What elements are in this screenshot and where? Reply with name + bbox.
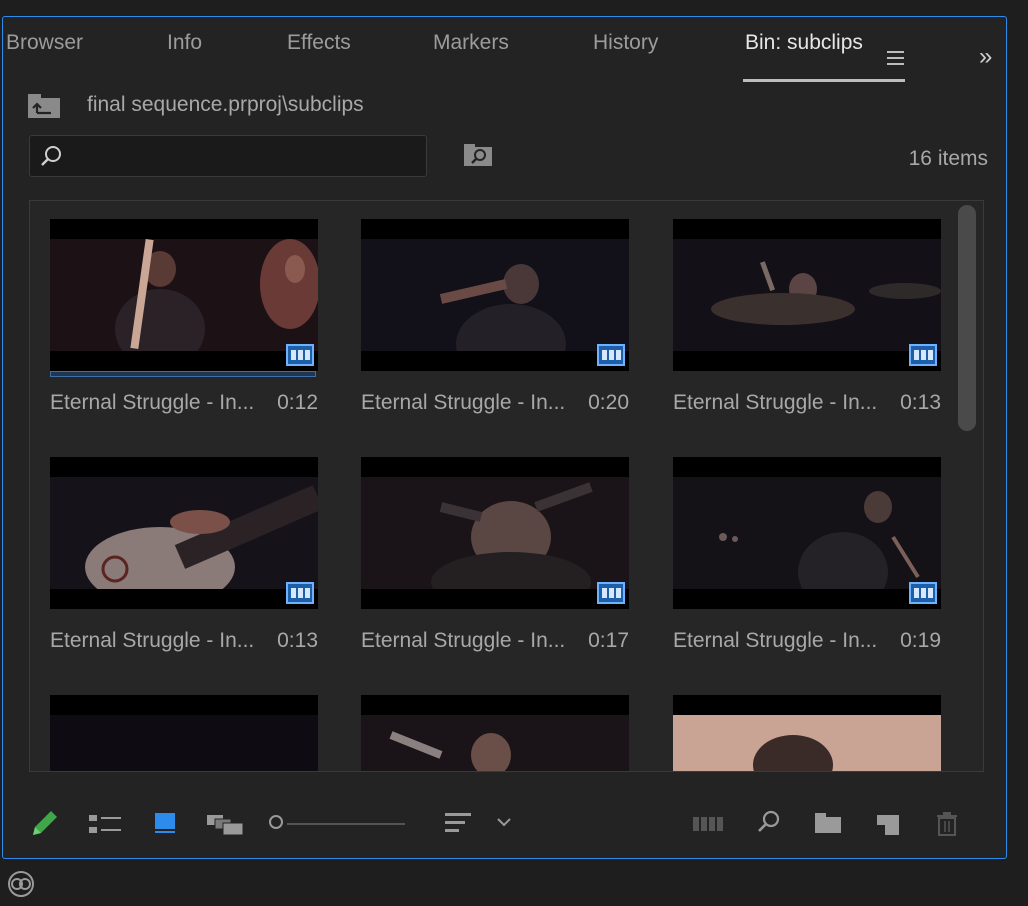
clip-thumbnail[interactable] [673,457,941,609]
video-clip-icon [597,344,625,366]
clip-thumbnail[interactable] [673,695,941,771]
clip-name: Eternal Struggle - In... [50,391,255,414]
vocalist-scene-thumbnail [361,239,629,351]
panel-tabs: Browser Info Effects Markers History Bin… [3,31,1006,82]
clip-name: Eternal Struggle - In... [50,629,255,652]
clip-thumbnail[interactable] [50,695,318,771]
clip-thumbnail[interactable] [50,219,318,371]
clip-name: Eternal Struggle - In... [361,391,566,414]
find-in-bin-icon[interactable] [463,143,493,167]
bright-light-thumbnail [673,715,941,771]
dark-stage-thumbnail [50,715,318,771]
clip-thumbnail[interactable] [361,695,629,771]
clip-in-out-bar [50,371,316,377]
trash-icon[interactable] [935,803,959,843]
tab-markers[interactable]: Markers [433,31,509,55]
drummer-playing-thumbnail [673,477,941,589]
chevron-down-icon[interactable] [495,803,513,843]
drummer-scene-thumbnail [673,239,941,351]
project-panel: Browser Info Effects Markers History Bin… [2,16,1007,859]
video-clip-icon [909,582,937,604]
bottom-toolbar [3,803,1006,847]
clip-name: Eternal Struggle - In... [673,391,878,414]
vocalist-smiling-thumbnail [361,477,629,589]
video-clip-icon [286,582,314,604]
navigate-up-folder-icon[interactable] [27,93,61,119]
list-view-icon[interactable] [87,803,123,843]
clip-thumbnail[interactable] [50,457,318,609]
clip-name: Eternal Struggle - In... [361,629,566,652]
tab-browser[interactable]: Browser [6,31,83,55]
panel-menu-icon[interactable] [887,51,904,69]
search-input[interactable] [74,142,418,172]
more-tabs-chevron-icon[interactable]: » [979,43,992,71]
search-icon [41,146,61,166]
tab-history[interactable]: History [593,31,658,55]
band-smiling-thumbnail [361,715,629,771]
item-count: 16 items [908,147,988,170]
video-clip-icon [597,582,625,604]
find-icon[interactable] [755,803,783,843]
pencil-icon[interactable] [29,803,59,843]
clip-duration: 0:13 [900,391,941,414]
guitar-closeup-thumbnail [50,477,318,589]
zoom-slider-handle[interactable] [269,815,283,829]
clip-thumbnail[interactable] [673,219,941,371]
search-field[interactable] [29,135,427,177]
tab-bin-subclips[interactable]: Bin: subclips [745,31,863,55]
creative-cloud-icon[interactable] [6,870,36,898]
video-clip-icon [909,344,937,366]
vertical-scrollbar[interactable] [958,205,976,431]
new-item-icon[interactable] [875,803,901,843]
sort-icon[interactable] [443,803,473,843]
clip-thumbnail[interactable] [361,457,629,609]
clip-thumbnail[interactable] [361,219,629,371]
freeform-view-icon[interactable] [205,803,245,843]
clip-duration: 0:19 [900,629,941,652]
icon-view-icon[interactable] [153,803,179,843]
new-bin-icon[interactable] [813,803,843,843]
clip-duration: 0:17 [588,629,629,652]
bin-path: final sequence.prproj\subclips [87,93,364,116]
guitarist-scene-thumbnail [50,239,318,351]
clip-duration: 0:13 [277,629,318,652]
automate-to-sequence-icon[interactable] [691,803,725,843]
tab-info[interactable]: Info [167,31,202,55]
clip-name: Eternal Struggle - In... [673,629,878,652]
clip-duration: 0:12 [277,391,318,414]
video-clip-icon [286,344,314,366]
active-tab-indicator [743,79,905,82]
tab-effects[interactable]: Effects [287,31,351,55]
clip-grid: Eternal Struggle - In... 0:12 Eternal St… [29,200,984,772]
clip-duration: 0:20 [588,391,629,414]
zoom-slider-track[interactable] [287,823,405,825]
